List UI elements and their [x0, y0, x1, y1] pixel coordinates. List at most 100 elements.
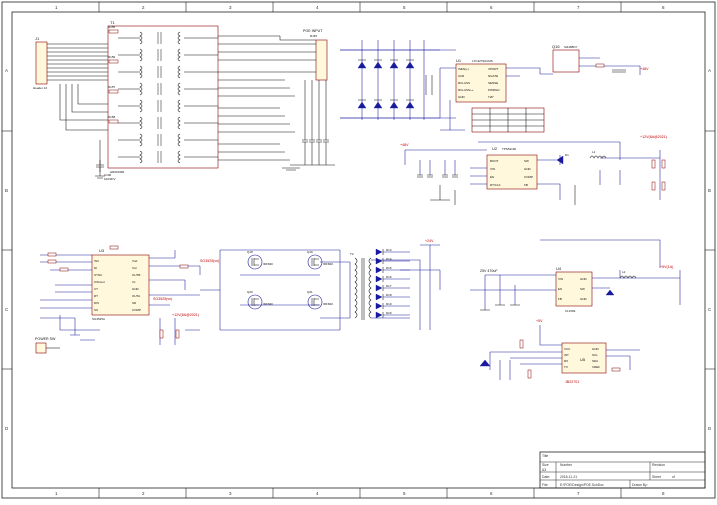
row-label-a-right: A — [708, 68, 711, 73]
svg-text:GND: GND — [580, 297, 588, 301]
svg-text:RT: RT — [94, 294, 98, 298]
bridge-diode-top — [405, 61, 415, 69]
svg-text:Header 12: Header 12 — [33, 86, 47, 90]
svg-text:EN: EN — [558, 287, 562, 291]
svg-text:RT/CLK: RT/CLK — [490, 183, 501, 187]
svg-text:U1: U1 — [456, 58, 462, 63]
svg-text:SW: SW — [580, 287, 585, 291]
svg-text:L2: L2 — [622, 270, 626, 274]
col-label-6-bottom: 6 — [490, 491, 493, 496]
bridge-wires — [200, 249, 351, 331]
svg-text:LTC4279ACMS: LTC4279ACMS — [472, 59, 493, 63]
svg-text:RCLASS++: RCLASS++ — [458, 88, 474, 92]
svg-text:J1: J1 — [35, 36, 40, 41]
full-bridge: Q18 IRF840 Q19 IRF840 Q20 IRF840 Q21 IRF840 — [247, 250, 333, 310]
col-label-2-top: 2 — [142, 5, 145, 10]
col-label-3-top: 3 — [229, 5, 232, 10]
sheet-label: Sheet — [652, 475, 661, 479]
svg-text:R158: R158 — [108, 115, 116, 119]
svg-text:SYNC: SYNC — [94, 273, 103, 277]
size-value: A3 — [542, 468, 546, 472]
svg-text:L1: L1 — [592, 150, 596, 154]
bridge-diode-bottom — [405, 101, 415, 109]
rectifier-diode — [375, 266, 383, 274]
mcu-wires — [479, 325, 640, 380]
rectifier-diode — [375, 311, 383, 319]
svg-text:NGATE: NGATE — [488, 74, 498, 78]
svg-text:GND: GND — [524, 167, 532, 171]
buck-caps-right — [651, 159, 666, 191]
rectifier-ref: D20 — [386, 311, 392, 315]
svg-text:GND: GND — [592, 347, 600, 351]
svg-text:NI: NI — [94, 266, 97, 270]
svg-text:Vc: Vc — [132, 280, 136, 284]
size-label: Size — [542, 463, 549, 467]
svg-text:RJ45: RJ45 — [310, 34, 317, 38]
buck-vout-label: +12V(6A@2021) — [640, 135, 667, 139]
row-label-b-left: B — [5, 188, 8, 193]
col-label-8-top: 8 — [662, 5, 665, 10]
svg-text:POWER SW: POWER SW — [35, 337, 56, 341]
fet-part: IRF840 — [263, 302, 273, 306]
ldo-vout-label: +5V(1A) — [660, 265, 673, 269]
svg-text:D1: D1 — [565, 153, 569, 157]
buck-vin-label: +48V — [400, 143, 409, 147]
svg-text:ISEN(+): ISEN(+) — [458, 67, 469, 71]
svg-text:SG3525A: SG3525A — [92, 317, 105, 321]
buck-converter-u2: U2 TPS54160 BOOT VIN EN RT/CLK SW GND CO… — [486, 146, 538, 190]
connector-j1: J1 Header 12 — [33, 36, 47, 90]
rectifier-ref: D17 — [386, 284, 392, 288]
svg-text:OSCout: OSCout — [94, 280, 105, 284]
rectifier-ref: D15 — [386, 266, 392, 270]
file-label: File: — [542, 483, 548, 487]
bridge-cap — [425, 75, 433, 95]
j1-wires — [47, 43, 108, 179]
bridge-out-label: +24V — [425, 239, 434, 243]
fet-part: IRF840 — [323, 262, 333, 266]
title-label: Title — [542, 454, 548, 458]
file-value: E:\POE\Design\POE.SchDoc — [560, 483, 604, 487]
row-label-b-right: B — [708, 188, 711, 193]
col-label-4-top: 4 — [316, 5, 319, 10]
svg-text:102/2KV: 102/2KV — [104, 177, 116, 181]
col-label-5-bottom: 5 — [403, 491, 406, 496]
fet-ref: Q19 — [307, 250, 313, 254]
fet-ref: Q20 — [247, 290, 253, 294]
bridge-diode-top — [373, 61, 383, 69]
mcu-vin-label: +5V — [536, 319, 543, 323]
svg-text:FB: FB — [558, 297, 562, 301]
date-label: Date: — [542, 475, 550, 479]
rectifier-diode — [375, 302, 383, 310]
fet-q16: Q16 Si4488DY +48V — [540, 44, 649, 75]
svg-text:ACR: ACR — [458, 74, 465, 78]
buck-inductor: L1 — [589, 150, 607, 159]
fet-ref: Q18 — [247, 250, 253, 254]
svg-text:BOOT: BOOT — [490, 159, 499, 163]
fet-q19 — [307, 254, 323, 270]
svg-text:JB22701: JB22701 — [565, 380, 579, 384]
svg-text:U5: U5 — [580, 357, 586, 362]
schematic-canvas: 1 2 3 4 5 6 7 8 1 2 3 4 5 6 7 8 A B C D … — [1, 1, 716, 499]
svg-text:Vcc: Vcc — [132, 266, 138, 270]
bridge-diode-bottom — [357, 101, 367, 109]
svg-text:DIS: DIS — [94, 301, 99, 305]
svg-text:TX: TX — [564, 365, 568, 369]
svg-text:GND: GND — [132, 287, 140, 291]
row-label-c-left: C — [5, 307, 9, 312]
transformer-outputs — [218, 35, 295, 161]
regulator-u4: U4 VIN EN FB GND SW GND XL1509 — [555, 266, 593, 313]
col-label-6-top: 6 — [490, 5, 493, 10]
svg-text:VIN: VIN — [558, 277, 563, 281]
fet-part: IRF840 — [263, 262, 273, 266]
svg-text:PWRGD: PWRGD — [488, 88, 500, 92]
svg-text:CT: CT — [94, 287, 98, 291]
date-value: 2018-11-21 — [560, 475, 577, 479]
svg-text:VPORT: VPORT — [488, 67, 498, 71]
col-label-2-bottom: 2 — [142, 491, 145, 496]
col-label-3-bottom: 3 — [229, 491, 232, 496]
mcu-u5: U5 VCC INT RX TX GND SCL SDA VREF JB2270… — [561, 342, 607, 384]
svg-text:OUTA: OUTA — [132, 294, 140, 298]
svg-text:R156: R156 — [108, 55, 116, 59]
svg-text:COMP: COMP — [132, 308, 141, 312]
svg-text:SCL: SCL — [592, 353, 598, 357]
